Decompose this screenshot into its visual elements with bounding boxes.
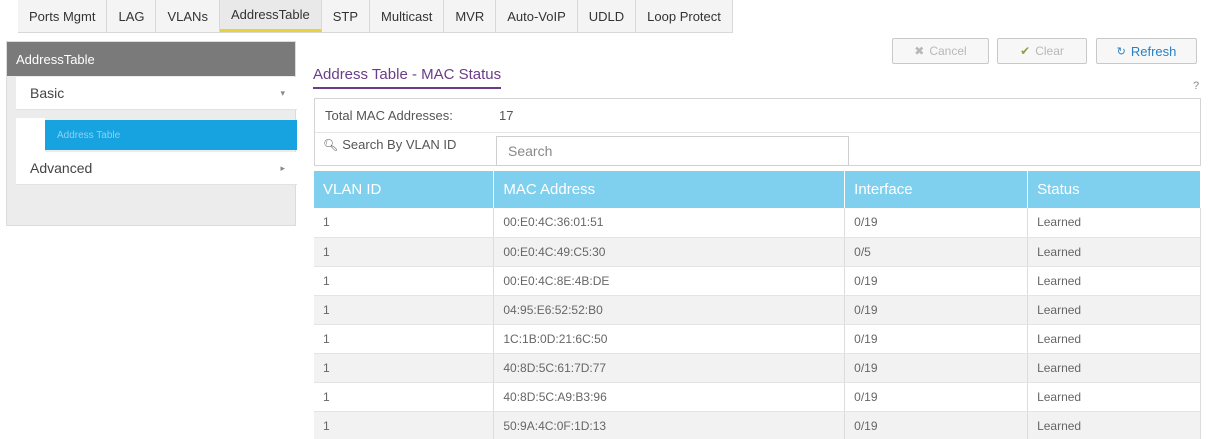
cell-vlan-id: 1 [314,295,495,325]
search-input[interactable] [496,136,849,166]
cell-status: Learned [1027,353,1201,383]
tab-ports-mgmt[interactable]: Ports Mgmt [18,0,108,32]
tab-addresstable[interactable]: AddressTable [219,0,322,32]
check-icon: ✔ [1020,44,1031,58]
close-icon: ✖ [914,44,925,58]
column-header-vlan-id[interactable]: VLAN ID [314,171,495,208]
table-row[interactable]: 1 40:8D:5C:61:7D:77 0/19 Learned [314,353,1201,383]
top-tab-bar: Ports Mgmt LAG VLANs AddressTable STP Mu… [18,0,733,33]
tab-loop-protect[interactable]: Loop Protect [636,0,733,32]
search-icon: 🔍︎ [323,137,339,152]
search-label: 🔍︎ Search By VLAN ID [323,137,456,152]
table-row[interactable]: 1 04:95:E6:52:52:B0 0/19 Learned [314,295,1201,325]
table-row[interactable]: 1 00:E0:4C:36:01:51 0/19 Learned [314,208,1201,238]
tab-udld[interactable]: UDLD [578,0,637,32]
table-row[interactable]: 1 50:9A:4C:0F:1D:13 0/19 Learned [314,411,1201,439]
cell-interface: 0/19 [844,353,1029,383]
cell-mac-address: 00:E0:4C:8E:4B:DE [493,266,846,296]
cell-status: Learned [1027,382,1201,412]
clear-button-label: Clear [1035,44,1064,58]
help-icon[interactable]: ? [1193,80,1199,92]
mac-address-table: VLAN ID MAC Address Interface Status 1 0… [314,171,1201,439]
table-row[interactable]: 1 40:8D:5C:A9:B3:96 0/19 Learned [314,382,1201,412]
cell-vlan-id: 1 [314,237,495,267]
cell-interface: 0/19 [844,208,1029,238]
sidebar: AddressTable Basic ▾ Address Table Advan… [6,41,297,226]
total-row: Total MAC Addresses: 17 [315,99,1200,133]
sidebar-item-label: Advanced [30,160,93,176]
table-row[interactable]: 1 1C:1B:0D:21:6C:50 0/19 Learned [314,324,1201,354]
summary-panel: Total MAC Addresses: 17 🔍︎ Search By VLA… [314,98,1201,166]
sidebar-item-advanced[interactable]: Advanced ▸ [16,152,297,185]
cell-interface: 0/19 [844,266,1029,296]
cell-status: Learned [1027,295,1201,325]
cell-interface: 0/19 [844,324,1029,354]
column-header-interface[interactable]: Interface [844,171,1029,208]
chevron-down-icon: ▾ [280,87,285,98]
cell-mac-address: 40:8D:5C:A9:B3:96 [493,382,846,412]
cell-vlan-id: 1 [314,382,495,412]
cell-mac-address: 00:E0:4C:36:01:51 [493,208,846,238]
cell-vlan-id: 1 [314,324,495,354]
total-mac-label: Total MAC Addresses: [325,108,453,123]
cell-mac-address: 50:9A:4C:0F:1D:13 [493,411,846,439]
refresh-button[interactable]: ↻ Refresh [1096,38,1197,64]
cell-vlan-id: 1 [314,411,495,439]
cell-mac-address: 04:95:E6:52:52:B0 [493,295,846,325]
cell-vlan-id: 1 [314,266,495,296]
cancel-button[interactable]: ✖ Cancel [892,38,989,64]
tab-lag[interactable]: LAG [107,0,157,32]
table-row[interactable]: 1 00:E0:4C:8E:4B:DE 0/19 Learned [314,266,1201,296]
cancel-button-label: Cancel [929,44,967,58]
sidebar-item-basic[interactable]: Basic ▾ [16,77,297,110]
cell-interface: 0/19 [844,295,1029,325]
tab-auto-voip[interactable]: Auto-VoIP [496,0,578,32]
sidebar-indent [16,118,45,152]
cell-interface: 0/19 [844,411,1029,439]
cell-vlan-id: 1 [314,353,495,383]
column-header-status[interactable]: Status [1027,171,1201,208]
page-title: Address Table - MAC Status [313,66,502,89]
cell-mac-address: 00:E0:4C:49:C5:30 [493,237,846,267]
clear-button[interactable]: ✔ Clear [997,38,1087,64]
cell-status: Learned [1027,324,1201,354]
cell-vlan-id: 1 [314,208,495,238]
table-header-row: VLAN ID MAC Address Interface Status [314,171,1201,208]
tab-vlans[interactable]: VLANs [156,0,220,32]
tab-mvr[interactable]: MVR [444,0,497,32]
column-header-mac-address[interactable]: MAC Address [493,171,846,208]
refresh-icon: ↻ [1116,45,1126,58]
tab-stp[interactable]: STP [322,0,371,32]
sidebar-item-address-table[interactable]: Address Table [45,120,297,150]
chevron-right-icon: ▸ [280,162,285,173]
cell-interface: 0/5 [844,237,1029,267]
cell-status: Learned [1027,266,1201,296]
sidebar-title: AddressTable [7,42,295,76]
total-mac-value: 17 [499,108,514,123]
cell-status: Learned [1027,237,1201,267]
search-label-text: Search By VLAN ID [342,137,457,152]
cell-status: Learned [1027,411,1201,439]
cell-status: Learned [1027,208,1201,238]
refresh-button-label: Refresh [1130,43,1177,59]
table-row[interactable]: 1 00:E0:4C:49:C5:30 0/5 Learned [314,237,1201,267]
cell-mac-address: 1C:1B:0D:21:6C:50 [493,324,846,354]
cell-interface: 0/19 [844,382,1029,412]
tab-multicast[interactable]: Multicast [370,0,445,32]
cell-mac-address: 40:8D:5C:61:7D:77 [493,353,846,383]
sidebar-item-label: Basic [30,85,65,101]
